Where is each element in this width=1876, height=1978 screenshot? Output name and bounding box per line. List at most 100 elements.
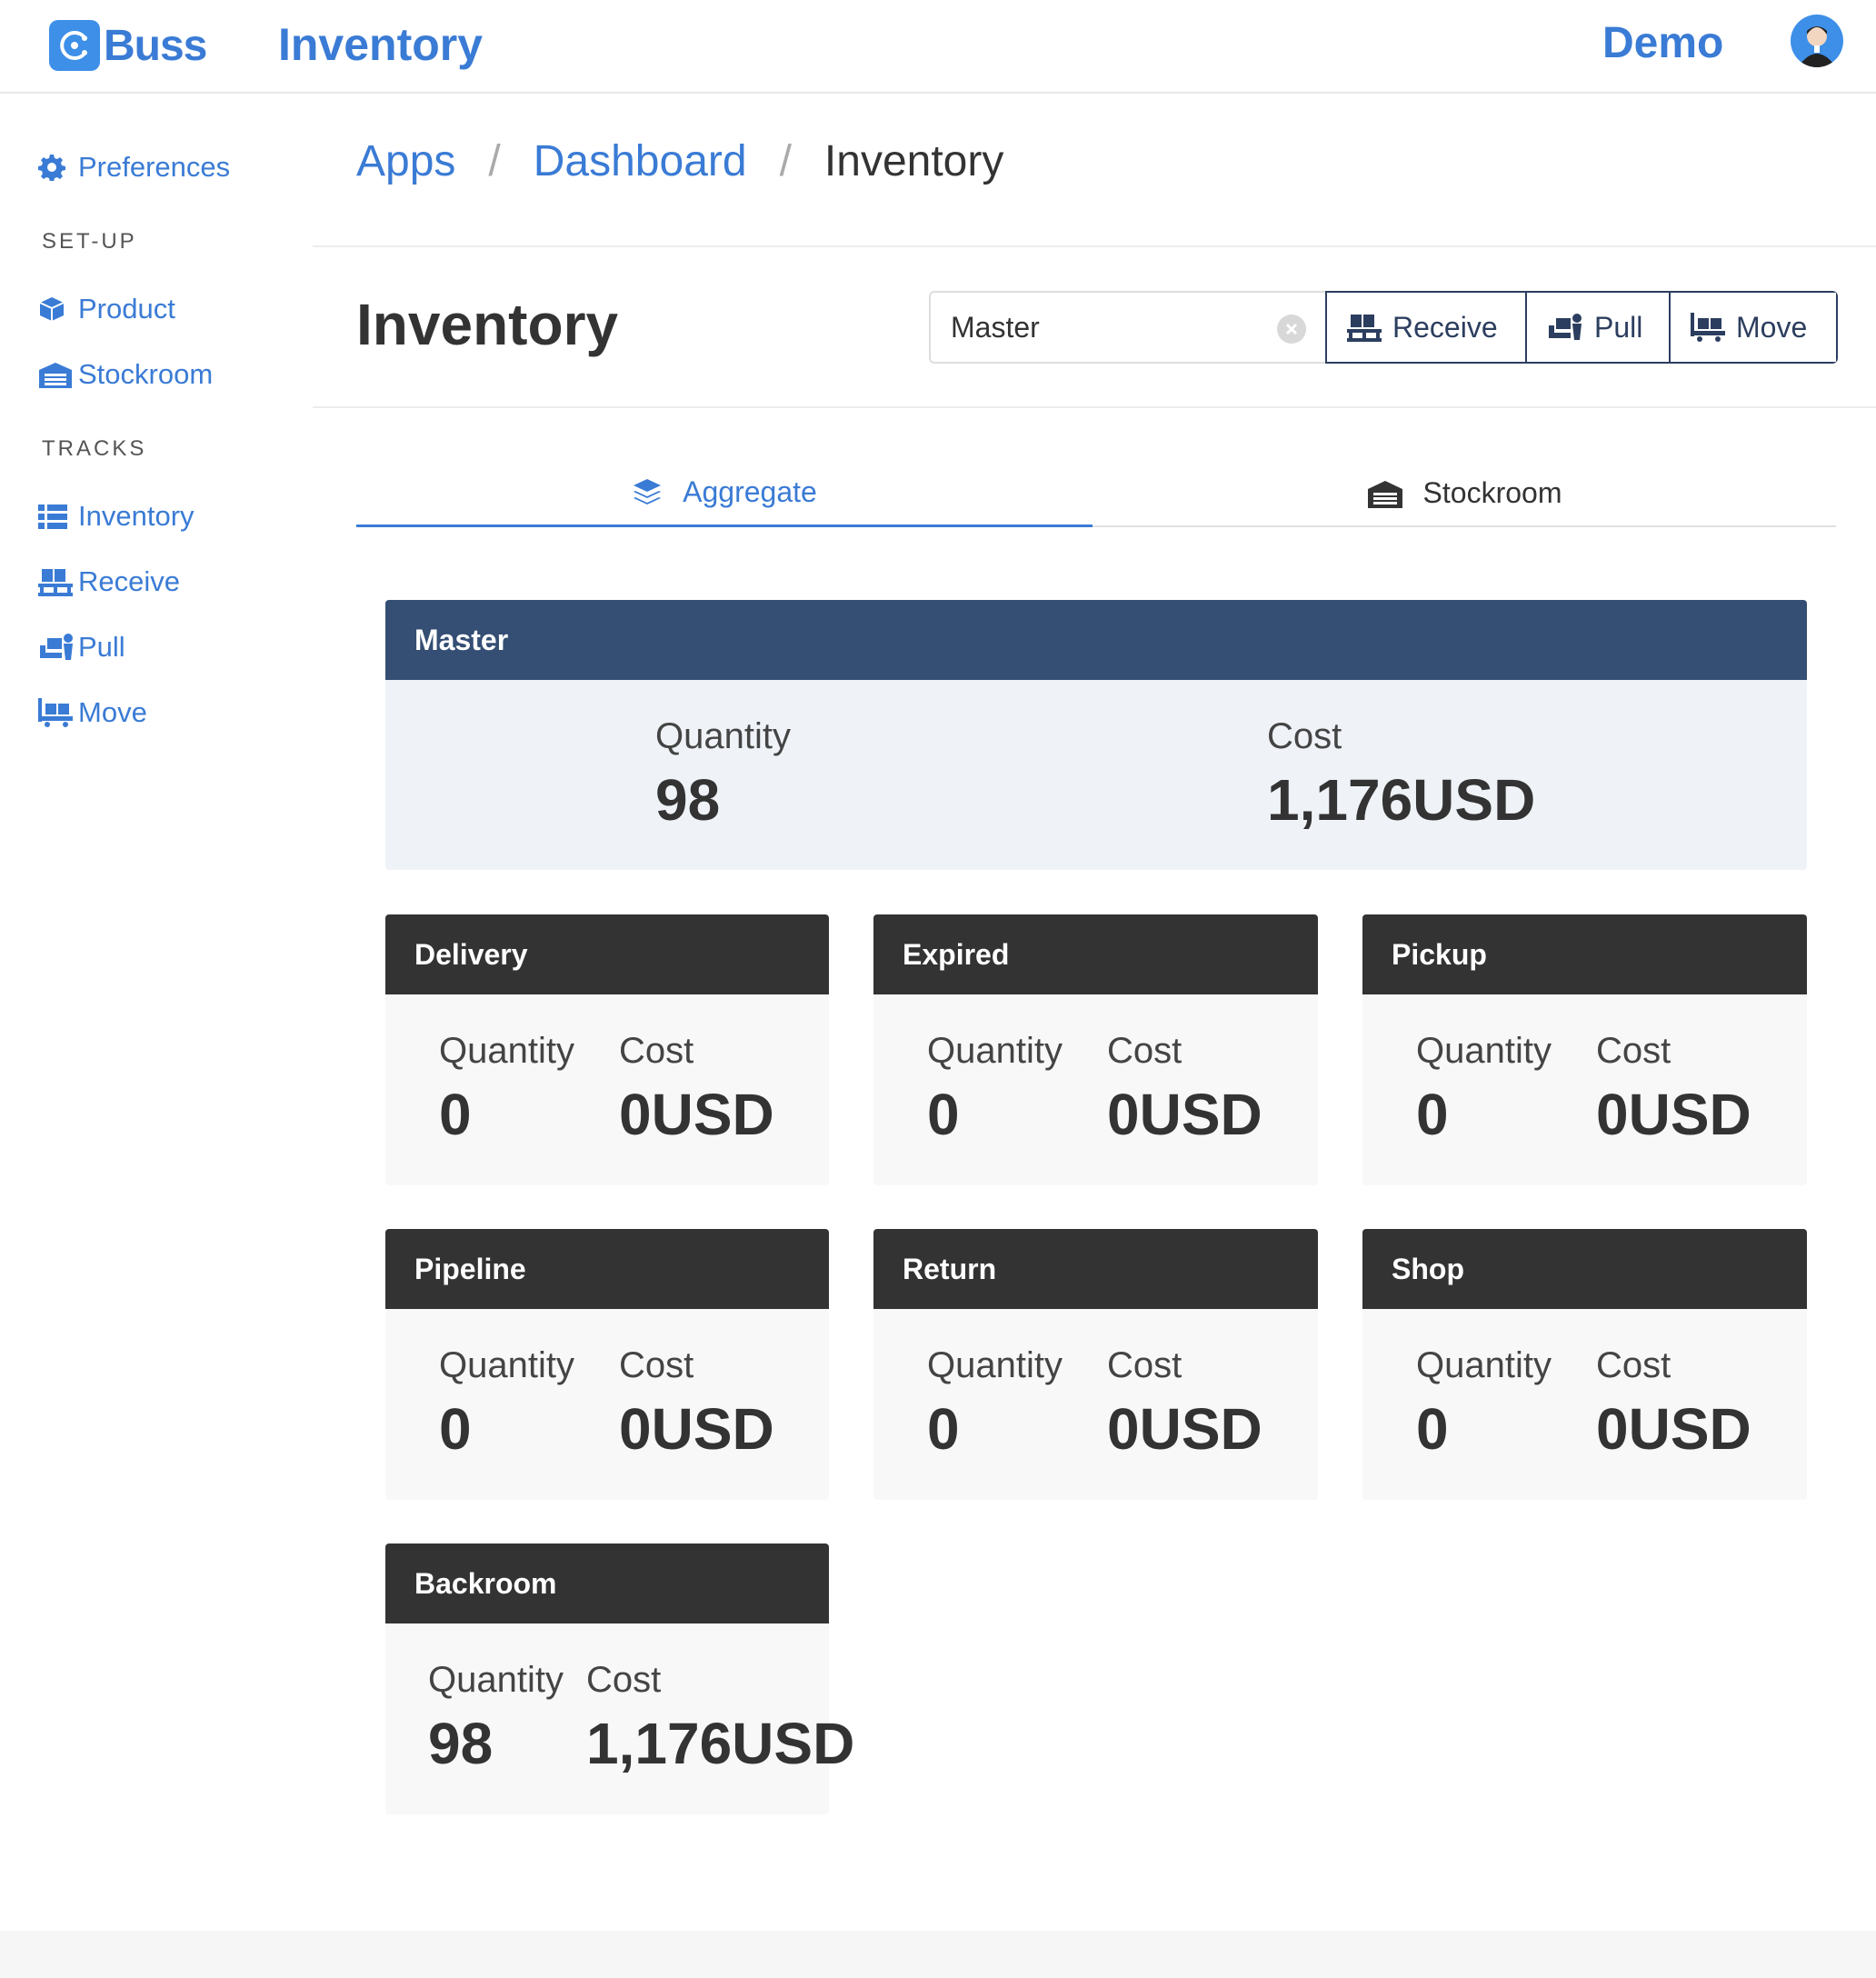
user-name[interactable]: Demo [1602,18,1723,68]
stockroom-search[interactable] [929,291,1326,364]
sidebar-heading-tracks: TRACKS [42,436,147,461]
cost-label: Cost [1107,1031,1182,1071]
cost-value: 0USD [1107,1082,1262,1147]
sidebar-item-label: Inventory [78,500,195,532]
cost-metric: Cost 1,176USD [1267,716,1535,834]
stockroom-card-return: Return Quantity 0 Cost 0USD [873,1229,1318,1500]
quantity-value: 98 [428,1711,494,1776]
receive-button[interactable]: Receive [1327,293,1525,362]
pull-button-label: Pull [1594,310,1643,344]
quantity-label: Quantity [927,1031,1063,1071]
quantity-value: 0 [439,1396,472,1462]
cost-label: Cost [1267,716,1342,756]
cost-metric: Cost 0USD [619,1031,774,1148]
sidebar-heading-setup: SET-UP [42,229,137,254]
cost-metric: Cost 0USD [1596,1345,1751,1463]
quantity-metric: Quantity 0 [927,1345,1063,1463]
quantity-label: Quantity [439,1031,574,1071]
breadcrumb-apps[interactable]: Apps [356,136,455,186]
quantity-label: Quantity [1416,1345,1552,1385]
tab-aggregate[interactable]: Aggregate [356,459,1093,527]
quantity-value: 0 [1416,1396,1449,1462]
breadcrumb-separator: / [488,137,501,185]
sidebar-item-stockroom[interactable]: Stockroom [38,358,213,391]
quantity-value: 0 [1416,1082,1449,1147]
quantity-metric: Quantity 98 [428,1660,564,1777]
sidebar-item-label: Receive [78,565,180,597]
cost-value: 0USD [619,1396,774,1462]
quantity-metric: Quantity 0 [927,1031,1063,1148]
sidebar-item-label: Pull [78,631,125,663]
cost-label: Cost [619,1345,694,1385]
footer [0,1931,1876,1978]
cost-value: 1,176USD [586,1711,855,1776]
divider [313,406,1876,408]
quantity-label: Quantity [927,1345,1063,1385]
breadcrumb-separator: / [779,137,792,185]
people-carry-icon [1547,313,1583,342]
people-carry-icon [38,632,75,663]
cost-label: Cost [586,1660,662,1700]
sidebar-item-inventory[interactable]: Inventory [38,500,195,533]
pull-button[interactable]: Pull [1525,293,1669,362]
move-button[interactable]: Move [1669,293,1836,362]
sidebar-item-preferences[interactable]: Preferences [38,151,230,184]
cost-value: 0USD [1596,1082,1751,1147]
cost-metric: Cost 0USD [1107,1031,1262,1148]
quantity-label: Quantity [428,1660,564,1700]
view-tabs: Aggregate Stockroom [356,459,1836,527]
brand-logo-icon [49,20,100,71]
card-title: Pipeline [385,1229,829,1309]
divider [313,245,1876,247]
quantity-value: 98 [655,767,721,833]
stockroom-card-pipeline: Pipeline Quantity 0 Cost 0USD [385,1229,829,1500]
cost-value: 0USD [1596,1396,1751,1462]
brand-name: Buss [104,21,207,70]
card-title: Pickup [1362,914,1807,994]
brand[interactable]: Buss [49,20,207,71]
cost-label: Cost [619,1031,694,1071]
sidebar-item-label: Preferences [78,151,231,183]
cost-label: Cost [1596,1031,1671,1071]
stockroom-card-pickup: Pickup Quantity 0 Cost 0USD [1362,914,1807,1185]
card-title: Master [385,600,1807,680]
tab-label: Aggregate [683,475,817,508]
quantity-label: Quantity [439,1345,574,1385]
clear-icon[interactable] [1277,315,1306,344]
cost-metric: Cost 0USD [1107,1345,1262,1463]
quantity-label: Quantity [655,716,791,756]
stockroom-card-expired: Expired Quantity 0 Cost 0USD [873,914,1318,1185]
sidebar-item-product[interactable]: Product [38,293,175,325]
dolly-flatbed-icon [1347,313,1382,342]
card-title: Return [873,1229,1318,1309]
cost-label: Cost [1107,1345,1182,1385]
tab-stockroom[interactable]: Stockroom [1093,459,1836,527]
avatar[interactable] [1791,15,1843,67]
search-input[interactable] [951,309,1269,345]
quantity-label: Quantity [1416,1031,1552,1071]
card-title: Backroom [385,1543,829,1623]
gear-icon [38,152,75,183]
pallet-icon [1691,313,1725,342]
app-title[interactable]: Inventory [278,18,483,71]
quantity-metric: Quantity 0 [1416,1031,1552,1148]
stockroom-card-delivery: Delivery Quantity 0 Cost 0USD [385,914,829,1185]
sidebar-item-receive[interactable]: Receive [38,565,180,598]
top-bar: Buss Inventory Demo [0,0,1876,94]
layers-icon [632,477,663,506]
sidebar-item-pull[interactable]: Pull [38,631,125,664]
pallet-icon [38,697,75,728]
quantity-value: 0 [927,1396,960,1462]
page-title: Inventory [356,292,619,357]
card-title: Delivery [385,914,829,994]
action-button-group: Receive Pull Move [1325,291,1838,364]
breadcrumb-current: Inventory [823,137,1004,185]
cost-metric: Cost 0USD [1596,1031,1751,1148]
sidebar-item-label: Stockroom [78,358,214,390]
sidebar-item-move[interactable]: Move [38,696,147,729]
cost-metric: Cost 0USD [619,1345,774,1463]
breadcrumb-dashboard[interactable]: Dashboard [534,136,747,186]
list-icon [38,501,75,532]
cube-icon [38,294,75,325]
quantity-metric: Quantity 0 [1416,1345,1552,1463]
